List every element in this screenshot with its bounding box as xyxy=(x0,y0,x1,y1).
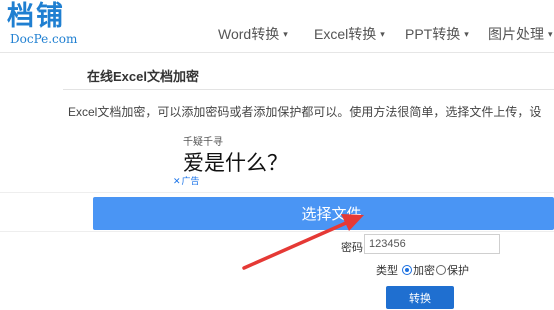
annotation-arrow xyxy=(242,214,364,270)
annotation-arrow-line xyxy=(242,221,348,270)
